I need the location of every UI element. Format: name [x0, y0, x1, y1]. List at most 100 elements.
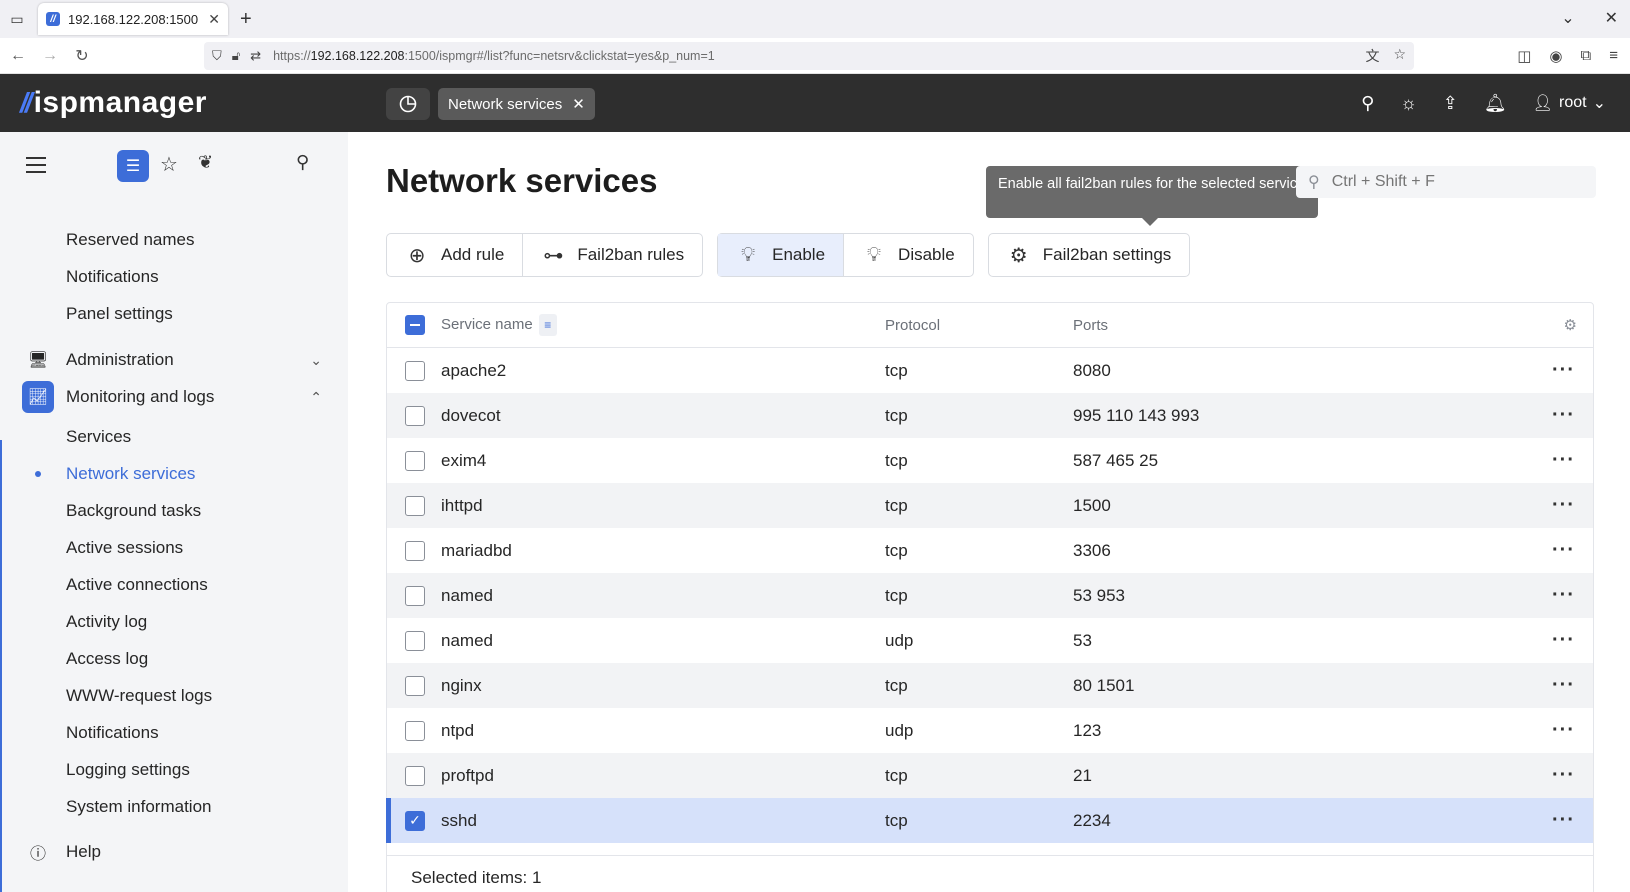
table-row[interactable]: dovecot tcp 995 110 143 993 ··· — [387, 393, 1593, 438]
forward-icon[interactable]: → — [36, 42, 64, 70]
column-header-protocol[interactable]: Protocol — [885, 317, 940, 334]
translate-icon[interactable]: 文 — [1365, 46, 1379, 66]
sidebar-section-monitoring[interactable]: 📈︎ Monitoring and logs ⌃ — [22, 381, 322, 413]
browser-tab[interactable]: // 192.168.122.208:1500 ✕ — [38, 3, 228, 35]
bell-icon[interactable]: 🔔︎ — [1484, 93, 1507, 114]
row-checkbox[interactable] — [405, 540, 425, 561]
url-bar[interactable]: ⛉ 🔓︎ ⇄ https://192.168.122.208:1500/ispm… — [204, 41, 1414, 70]
sidebar-item-www-request-logs[interactable]: WWW-request logs — [66, 686, 212, 706]
theme-sun-icon[interactable]: ☼ — [1400, 93, 1417, 114]
search-icon[interactable]: ⚲ — [1361, 93, 1374, 114]
row-checkbox[interactable] — [405, 630, 425, 651]
quick-search-input[interactable] — [1331, 173, 1572, 191]
new-tab-icon[interactable]: + — [240, 8, 252, 31]
table-row[interactable]: apache2 tcp 8080 ··· — [387, 348, 1593, 393]
table-row[interactable]: nginx tcp 80 1501 ··· — [387, 663, 1593, 708]
table-row[interactable]: ihttpd tcp 1500 ··· — [387, 483, 1593, 528]
sidebar-item-services[interactable]: Services — [66, 427, 131, 447]
menu-icon[interactable]: ≡ — [1609, 47, 1618, 65]
row-checkbox[interactable] — [405, 585, 425, 606]
row-actions-more-icon[interactable]: ··· — [1552, 539, 1575, 562]
row-actions-more-icon[interactable]: ··· — [1552, 404, 1575, 427]
column-header-service-name[interactable]: Service name ≡ — [441, 314, 557, 336]
row-checkbox[interactable] — [405, 495, 425, 516]
row-actions-more-icon[interactable]: ··· — [1552, 629, 1575, 652]
row-checkbox[interactable] — [405, 720, 425, 741]
disable-button[interactable]: 💡︎ Disable — [843, 234, 973, 276]
fail2ban-rules-button[interactable]: ⊶ Fail2ban rules — [522, 234, 702, 276]
sidebar-item-notifications[interactable]: Notifications — [66, 267, 159, 287]
bookmark-star-icon[interactable]: ☆ — [1393, 46, 1406, 66]
row-checkbox[interactable]: ✓ — [405, 810, 425, 831]
sidebar-item-system-information[interactable]: System information — [66, 797, 212, 817]
add-rule-button[interactable]: ⊕ Add rule — [387, 234, 522, 276]
sidebar-search-icon[interactable]: ⚲ — [296, 152, 309, 173]
sidebar-item-active-connections[interactable]: Active connections — [66, 575, 208, 595]
row-actions-more-icon[interactable]: ··· — [1552, 584, 1575, 607]
logo-mark-icon: // — [20, 87, 32, 118]
reload-icon[interactable]: ↻ — [68, 42, 96, 70]
favorites-star-icon[interactable]: ☆ — [160, 152, 178, 177]
ispmanager-logo[interactable]: //ispmanager — [20, 86, 207, 120]
upload-icon[interactable]: ⇪ — [1443, 93, 1458, 114]
sidebar-item-activity-log[interactable]: Activity log — [66, 612, 147, 632]
tab-overflow-chevron-icon[interactable]: ⌄ — [1561, 8, 1574, 28]
extensions-icon[interactable]: ⧉ — [1581, 47, 1592, 65]
row-actions-more-icon[interactable]: ··· — [1552, 359, 1575, 382]
window-close-icon[interactable]: ✕ — [1605, 8, 1618, 28]
row-checkbox[interactable] — [405, 765, 425, 786]
permissions-icon[interactable]: ⇄ — [250, 48, 261, 64]
shield-icon[interactable]: ⛉ — [212, 48, 222, 64]
sidebar-section-help[interactable]: ⓘ Help — [22, 836, 322, 868]
sidebar-item-network-services[interactable]: Network services — [66, 464, 195, 484]
row-actions-more-icon[interactable]: ··· — [1552, 809, 1575, 832]
sidebar-item-background-tasks[interactable]: Background tasks — [66, 501, 201, 521]
enable-button[interactable]: 💡︎ Enable — [718, 234, 844, 276]
row-checkbox[interactable] — [405, 405, 425, 426]
back-icon[interactable]: ← — [4, 42, 32, 70]
account-icon[interactable]: ◉ — [1549, 47, 1562, 65]
sort-icon[interactable]: ≡ — [538, 314, 557, 336]
active-page-chip[interactable]: Network services ✕ — [438, 88, 595, 120]
sidebar-item-reserved-names[interactable]: Reserved names — [66, 230, 195, 250]
cell-protocol: tcp — [885, 360, 908, 380]
table-row[interactable]: named udp 53 ··· — [387, 618, 1593, 663]
lock-warning-icon[interactable]: 🔓︎ — [232, 48, 240, 64]
cell-service-name: exim4 — [441, 450, 487, 470]
fail2ban-settings-button[interactable]: ⚙ Fail2ban settings — [989, 234, 1190, 276]
sidebar-section-administration[interactable]: 🖥︎ Administration ⌄ — [22, 344, 322, 376]
column-settings-gear-icon[interactable]: ⚙ — [1564, 316, 1577, 334]
table-row[interactable]: exim4 tcp 587 465 25 ··· — [387, 438, 1593, 483]
row-actions-more-icon[interactable]: ··· — [1552, 764, 1575, 787]
sidebar-item-panel-settings[interactable]: Panel settings — [66, 304, 173, 324]
column-header-ports[interactable]: Ports — [1073, 317, 1108, 334]
quick-search[interactable]: ⚲ — [1296, 166, 1596, 198]
row-checkbox[interactable] — [405, 450, 425, 471]
row-actions-more-icon[interactable]: ··· — [1552, 494, 1575, 517]
sidebar-item-logging-settings[interactable]: Logging settings — [66, 760, 190, 780]
table-row[interactable]: ✓ sshd tcp 2234 ··· — [386, 798, 1593, 843]
chip-close-icon[interactable]: ✕ — [572, 95, 585, 113]
sidebar-item-notifications-2[interactable]: Notifications — [66, 723, 159, 743]
tab-list-icon[interactable]: ▭ — [4, 6, 30, 32]
pocket-icon[interactable]: ◫ — [1517, 47, 1531, 65]
row-actions-more-icon[interactable]: ··· — [1552, 449, 1575, 472]
row-checkbox[interactable] — [405, 675, 425, 696]
table-row[interactable]: mariadbd tcp 3306 ··· — [387, 528, 1593, 573]
row-checkbox[interactable] — [405, 360, 425, 381]
toolbar-group-settings: ⚙ Fail2ban settings — [987, 233, 1191, 277]
row-actions-more-icon[interactable]: ··· — [1552, 719, 1575, 742]
tab-close-icon[interactable]: ✕ — [208, 11, 220, 28]
table-row[interactable]: ntpd udp 123 ··· — [387, 708, 1593, 753]
menu-list-icon[interactable]: ☰ — [117, 150, 149, 182]
recent-icon[interactable]: ❦ — [198, 152, 213, 173]
user-menu[interactable]: 👤︎ root ⌄ — [1533, 93, 1606, 113]
table-row[interactable]: named tcp 53 953 ··· — [387, 573, 1593, 618]
select-all-checkbox[interactable] — [405, 315, 425, 335]
table-row[interactable]: proftpd tcp 21 ··· — [387, 753, 1593, 798]
hamburger-menu-icon[interactable] — [26, 157, 46, 173]
sidebar-item-access-log[interactable]: Access log — [66, 649, 148, 669]
sidebar-item-active-sessions[interactable]: Active sessions — [66, 538, 183, 558]
row-actions-more-icon[interactable]: ··· — [1552, 674, 1575, 697]
dashboard-button[interactable] — [386, 88, 430, 120]
